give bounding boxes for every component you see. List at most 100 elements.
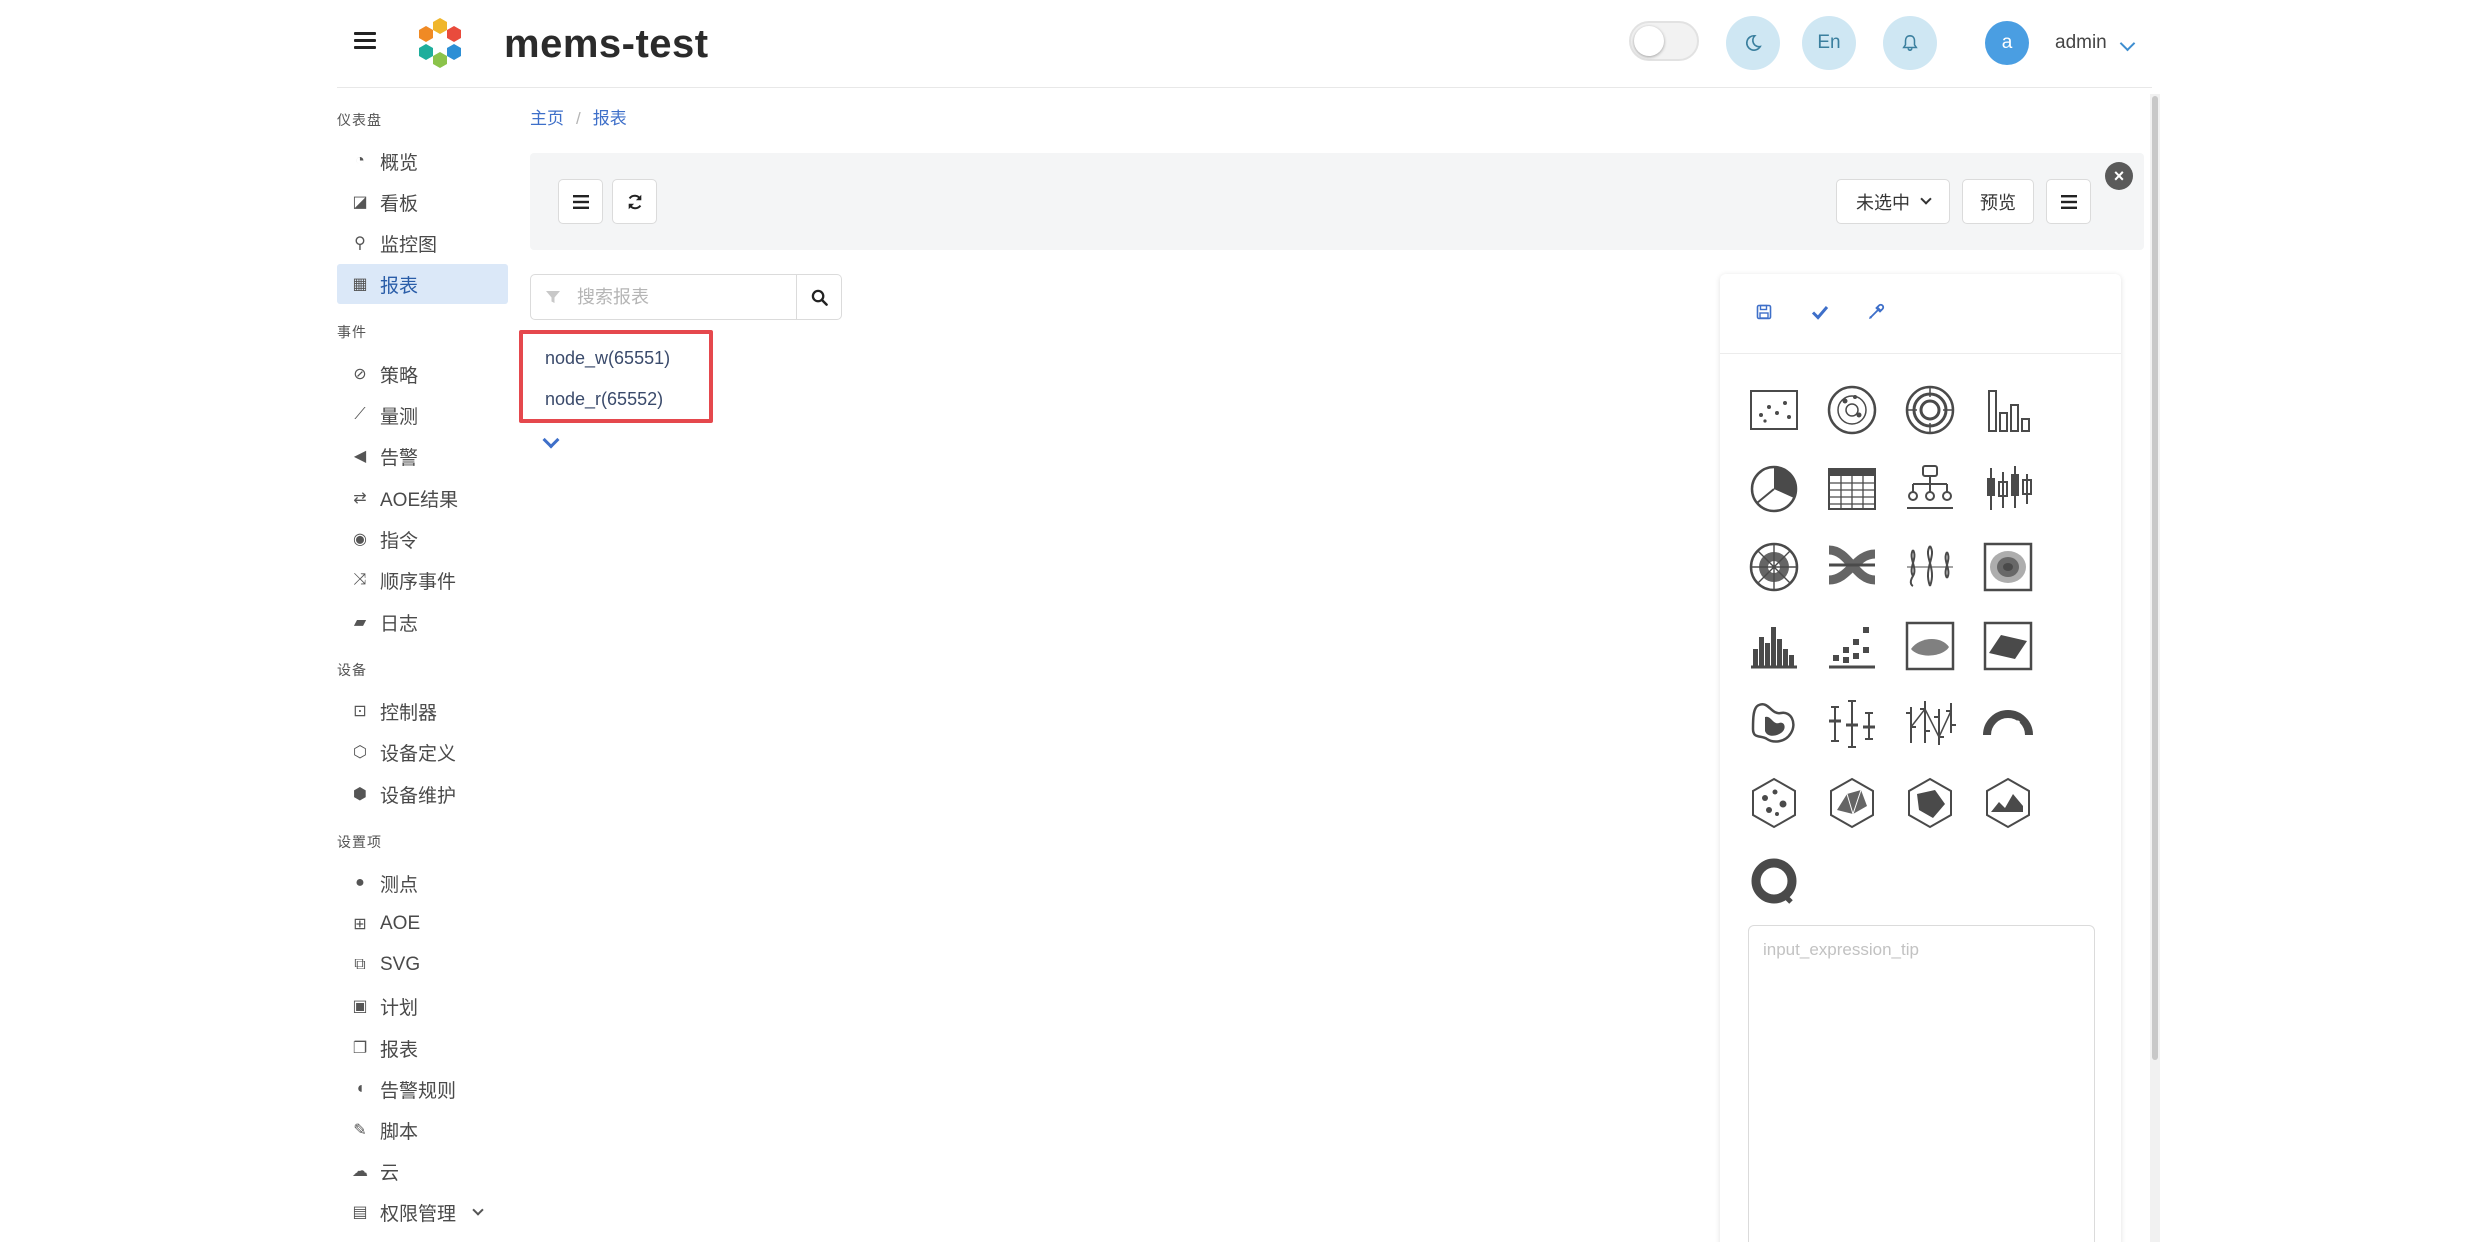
chart-type-hex-scatter-icon[interactable]	[1747, 776, 1801, 830]
search-input[interactable]	[530, 274, 797, 320]
chart-type-hex-area-icon[interactable]	[1981, 776, 2035, 830]
sidebar-item-alarm-rules[interactable]: ◖ 告警规则	[337, 1069, 508, 1109]
avatar[interactable]: a	[1985, 21, 2029, 65]
chart-type-bar-icon[interactable]	[1981, 383, 2035, 437]
sidebar-item-svg[interactable]: ⧉ SVG	[337, 945, 508, 985]
chart-type-ohlc-icon[interactable]	[1903, 697, 1957, 751]
sidebar-item-device-maintenance[interactable]: ⬢ 设备维护	[337, 774, 508, 814]
chart-type-gauge-icon[interactable]	[1981, 697, 2035, 751]
plug-icon: ✎	[353, 1122, 367, 1139]
sidebar-item-label: 测点	[380, 874, 419, 896]
report-toolbar: 未选中 预览	[530, 153, 2144, 250]
exchange-icon: ⇄	[353, 490, 367, 507]
sidebar-item-board[interactable]: ◪ 看板	[337, 182, 508, 222]
chevron-down-icon[interactable]	[2119, 35, 2136, 52]
sidebar-item-overview[interactable]: ◔ 概览	[337, 141, 508, 181]
expand-chevron-icon[interactable]	[542, 431, 560, 449]
sidebar-item-cloud[interactable]: ☁ 云	[337, 1151, 508, 1191]
chart-type-hex-mesh-icon[interactable]	[1825, 776, 1879, 830]
shuffle-icon: ⤨	[353, 571, 367, 588]
sidebar-item-alarm[interactable]: ◀ 告警	[337, 436, 508, 476]
copy-icon: ❐	[352, 1040, 368, 1057]
confirm-button[interactable]	[1808, 300, 1832, 324]
chart-type-hex-polygon-icon[interactable]	[1903, 776, 1957, 830]
search-icon	[811, 289, 828, 306]
chart-type-error-bars-icon[interactable]	[1825, 697, 1879, 751]
chart-config-panel	[1720, 274, 2121, 1242]
username[interactable]: admin	[2055, 30, 2107, 56]
compass-icon: ⊘	[353, 366, 367, 383]
breadcrumb-current[interactable]: 报表	[593, 109, 627, 128]
chart-type-sankey-icon[interactable]	[1825, 540, 1879, 594]
calendar-check-icon: ▣	[352, 998, 368, 1015]
search-button[interactable]	[797, 274, 842, 320]
sidebar-item-label: 报表	[380, 275, 419, 297]
sidebar-item-monitor[interactable]: ⚲ 监控图	[337, 223, 508, 263]
selection-dropdown[interactable]: 未选中	[1836, 179, 1950, 224]
sidebar-item-device-definition[interactable]: ⬡ 设备定义	[337, 732, 508, 772]
sidebar-item-measure[interactable]: ⟋ 量测	[337, 395, 508, 435]
megaphone-icon: ◀	[353, 448, 367, 465]
chart-type-candlestick-icon[interactable]	[1981, 462, 2035, 516]
sidebar-item-label: 控制器	[380, 702, 438, 724]
chart-type-density-icon[interactable]	[1903, 619, 1957, 673]
sidebar-item-script[interactable]: ✎ 脚本	[337, 1110, 508, 1150]
chart-type-radial-bar-icon[interactable]	[1903, 383, 1957, 437]
list-menu-button[interactable]	[558, 179, 603, 224]
chart-type-polar-scatter-icon[interactable]	[1825, 383, 1879, 437]
sidebar-item-label: 日志	[380, 613, 419, 635]
color-picker-button[interactable]	[1864, 300, 1888, 324]
sidebar-item-label: 权限管理	[380, 1203, 457, 1225]
sidebar-section-label: 事件	[337, 324, 367, 340]
sidebar-item-point[interactable]: ● 测点	[337, 863, 508, 903]
dashboard-icon: ◔	[355, 152, 365, 169]
sidebar-item-aoe[interactable]: ⊞ AOE	[337, 904, 508, 944]
chart-type-ring-icon[interactable]	[1747, 854, 1801, 908]
sidebar-item-aoe-result[interactable]: ⇄ AOE结果	[337, 478, 508, 518]
page-scrollbar[interactable]	[2150, 94, 2160, 1242]
expression-input[interactable]	[1748, 925, 2095, 1242]
chart-type-pie-icon[interactable]	[1747, 462, 1801, 516]
app-title: mems-test	[504, 22, 709, 66]
save-button[interactable]	[1752, 300, 1776, 324]
refresh-button[interactable]	[612, 179, 657, 224]
report-item[interactable]: node_r(65552)	[545, 389, 663, 410]
close-icon[interactable]: ×	[2105, 162, 2133, 190]
notification-button[interactable]	[1883, 16, 1937, 70]
chart-type-contour-icon[interactable]	[1981, 540, 2035, 594]
chart-type-scatter-icon[interactable]	[1747, 383, 1801, 437]
report-item[interactable]: node_w(65551)	[545, 348, 670, 369]
language-button[interactable]: En	[1802, 16, 1856, 70]
chart-type-histogram-icon[interactable]	[1747, 619, 1801, 673]
chart-type-blob-icon[interactable]	[1747, 697, 1801, 751]
sidebar-item-permissions[interactable]: ▤ 权限管理	[337, 1192, 508, 1232]
chart-type-table-icon[interactable]	[1825, 462, 1879, 516]
sidebar-item-plan[interactable]: ▣ 计划	[337, 986, 508, 1026]
mode-toggle-switch[interactable]	[1629, 21, 1699, 61]
sidebar-item-command[interactable]: ◉ 指令	[337, 519, 508, 559]
sidebar-item-strategy[interactable]: ⊘ 策略	[337, 354, 508, 394]
chart-type-violin-icon[interactable]	[1903, 540, 1957, 594]
chart-type-tree-icon[interactable]	[1903, 462, 1957, 516]
chart-type-heatmap-bars-icon[interactable]	[1825, 619, 1879, 673]
sidebar-item-sequence-event[interactable]: ⤨ 顺序事件	[337, 560, 508, 600]
id-card-icon: ▤	[352, 1204, 368, 1221]
sidebar-item-report-settings[interactable]: ❐ 报表	[337, 1028, 508, 1068]
filter-icon	[546, 291, 560, 303]
book-icon: ▰	[353, 614, 367, 631]
sidebar-item-report[interactable]: ▦ 报表	[337, 264, 508, 304]
board-icon: ◪	[352, 194, 368, 211]
sidebar-item-log[interactable]: ▰ 日志	[337, 602, 508, 642]
preview-button[interactable]: 预览	[1962, 179, 2034, 224]
theme-button[interactable]	[1726, 16, 1780, 70]
sidebar-item-controller[interactable]: ⊡ 控制器	[337, 691, 508, 731]
breadcrumb-home[interactable]: 主页	[530, 109, 564, 128]
sidebar-item-label: 告警	[380, 447, 419, 469]
menu-toggle-icon[interactable]	[354, 30, 376, 52]
more-menu-button[interactable]	[2046, 179, 2091, 224]
sidebar-item-label: SVG	[380, 954, 421, 975]
sidebar-item-label: 顺序事件	[380, 571, 457, 593]
chart-type-surface-icon[interactable]	[1981, 619, 2035, 673]
sidebar-item-label: AOE结果	[380, 489, 459, 511]
chart-type-sunburst-radar-icon[interactable]	[1747, 540, 1801, 594]
